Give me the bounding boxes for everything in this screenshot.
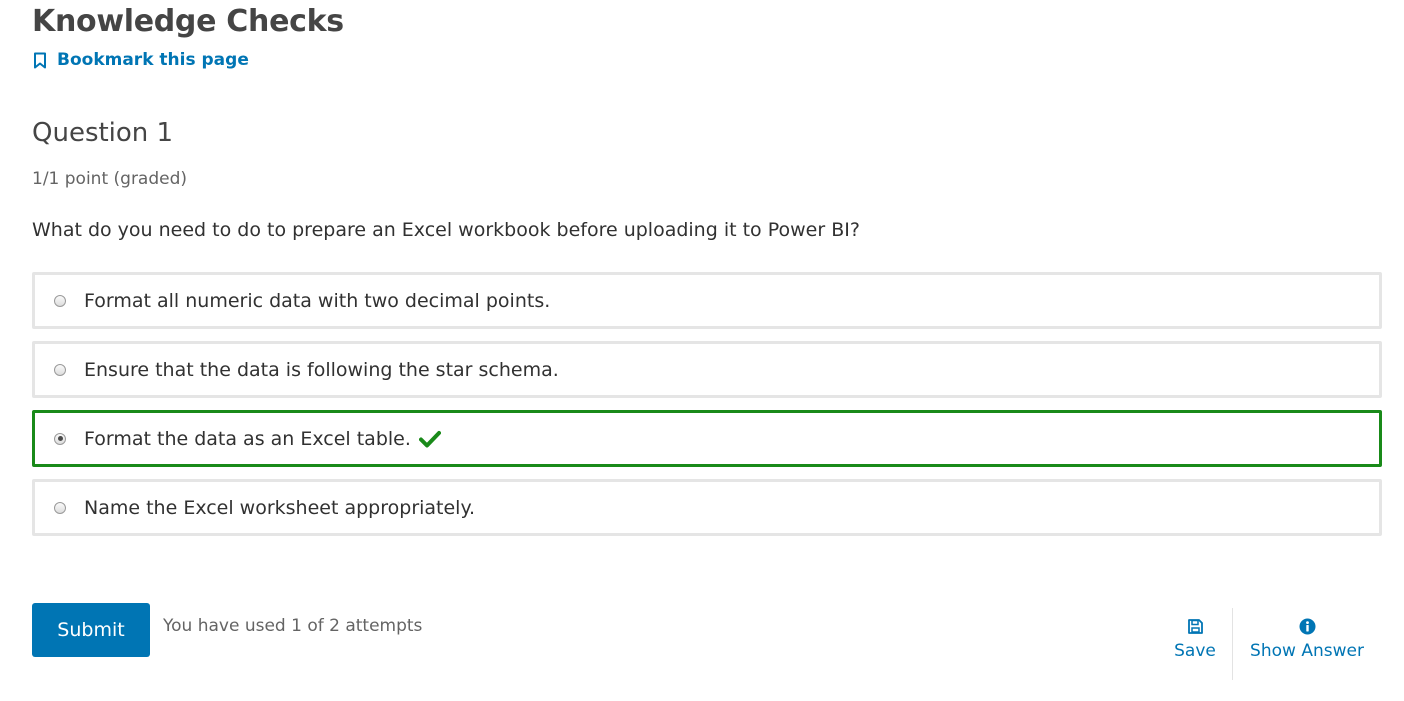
choice-label: Format all numeric data with two decimal… [84,289,551,312]
bookmark-icon [32,52,48,69]
page-title: Knowledge Checks [32,4,344,39]
question-title: Question 1 [32,118,174,148]
question-points: 1/1 point (graded) [32,169,188,189]
choice-list: Format all numeric data with two decimal… [32,272,1382,548]
radio-button[interactable] [54,294,66,307]
save-button[interactable]: Save [1158,608,1232,680]
save-label: Save [1174,641,1216,661]
question-prompt: What do you need to do to prepare an Exc… [32,219,860,241]
choice-option-1[interactable]: Format all numeric data with two decimal… [32,272,1382,329]
action-buttons: Save Show Answer [1158,608,1381,680]
attempts-text: You have used 1 of 2 attempts [163,616,423,636]
page: Knowledge Checks Bookmark this page Ques… [0,0,1404,701]
bookmark-link[interactable]: Bookmark this page [32,50,249,70]
choice-label: Format the data as an Excel table. [84,427,411,450]
radio-button[interactable] [54,363,66,376]
show-answer-button[interactable]: Show Answer [1233,608,1381,680]
choice-label: Ensure that the data is following the st… [84,358,559,381]
choice-label: Name the Excel worksheet appropriately. [84,496,476,519]
bookmark-label: Bookmark this page [57,50,249,70]
check-icon [418,430,441,448]
info-icon [1299,618,1316,641]
show-answer-label: Show Answer [1250,641,1364,661]
radio-button[interactable] [54,501,66,514]
choice-option-2[interactable]: Ensure that the data is following the st… [32,341,1382,398]
save-icon [1187,618,1204,641]
choice-option-3[interactable]: Format the data as an Excel table. [32,410,1382,467]
choice-option-4[interactable]: Name the Excel worksheet appropriately. [32,479,1382,536]
submit-button[interactable]: Submit [32,603,150,657]
radio-button-selected[interactable] [54,432,66,445]
